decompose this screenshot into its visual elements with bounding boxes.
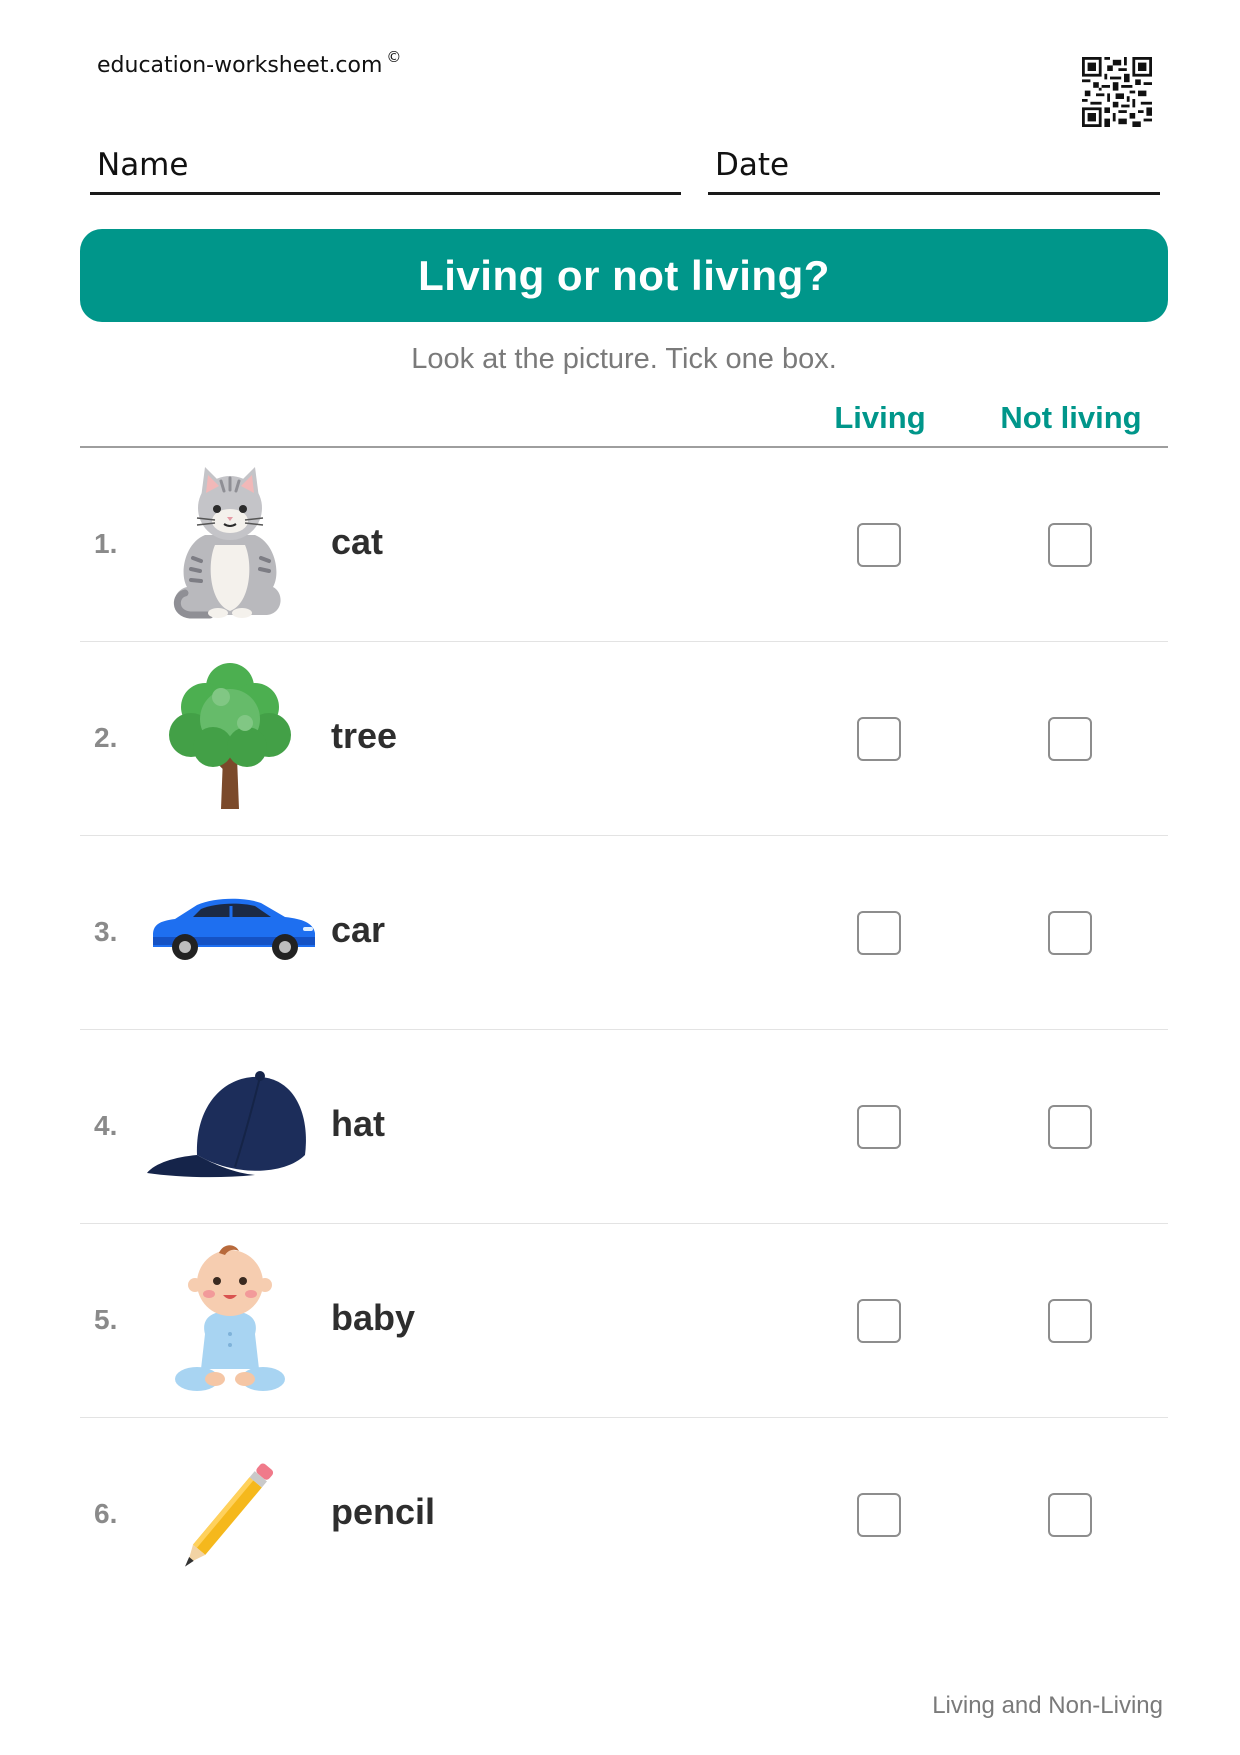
item-number: 6.	[94, 1498, 118, 1529]
not-living-checkbox[interactable]	[1048, 1493, 1092, 1537]
item-word: tree	[331, 715, 398, 756]
column-header-living: Living	[834, 400, 926, 435]
item-word: car	[331, 909, 386, 950]
item-word: hat	[331, 1103, 385, 1144]
column-header-not-living: Not living	[1000, 400, 1142, 435]
worksheet-row-car: 3. car	[80, 836, 1168, 1030]
site-url: education-worksheet.com	[97, 53, 383, 78]
worksheet-row-cat: 1. cat	[80, 448, 1168, 642]
not-living-checkbox[interactable]	[1048, 1299, 1092, 1343]
living-checkbox[interactable]	[857, 1105, 901, 1149]
item-word: baby	[331, 1297, 416, 1338]
worksheet-row-tree: 2. tree	[80, 642, 1168, 836]
worksheet-row-pencil: 6. pencil	[80, 1418, 1168, 1612]
item-word: pencil	[331, 1491, 436, 1532]
item-number: 1.	[94, 528, 118, 559]
living-checkbox[interactable]	[857, 1299, 901, 1343]
title-banner: Living or not living?	[80, 229, 1168, 322]
living-checkbox[interactable]	[857, 911, 901, 955]
baby-icon	[135, 1239, 325, 1399]
footer-topic: Living and Non-Living	[932, 1692, 1163, 1719]
not-living-checkbox[interactable]	[1048, 523, 1092, 567]
qr-code-icon	[1082, 57, 1152, 127]
pencil-icon	[135, 1433, 325, 1593]
living-checkbox[interactable]	[857, 1493, 901, 1537]
cat-icon	[135, 463, 325, 623]
not-living-checkbox[interactable]	[1048, 1105, 1092, 1149]
not-living-checkbox[interactable]	[1048, 717, 1092, 761]
item-number: 3.	[94, 916, 118, 947]
item-number: 5.	[94, 1304, 118, 1335]
name-field[interactable]: Name	[90, 130, 681, 195]
living-checkbox[interactable]	[857, 523, 901, 567]
name-label: Name	[97, 147, 189, 183]
worksheet-row-baby: 5. baby	[80, 1224, 1168, 1418]
item-word: cat	[331, 521, 384, 562]
instruction-text: Look at the picture. Tick one box.	[411, 343, 837, 375]
living-checkbox[interactable]	[857, 717, 901, 761]
date-label: Date	[715, 147, 790, 183]
site-name: education-worksheet.com ©	[97, 48, 401, 78]
not-living-checkbox[interactable]	[1048, 911, 1092, 955]
worksheet-title: Living or not living?	[418, 251, 830, 299]
worksheet-row-hat: 4. hat	[80, 1030, 1168, 1224]
tree-icon	[135, 657, 325, 817]
item-number: 2.	[94, 722, 118, 753]
date-field[interactable]: Date	[708, 130, 1160, 195]
item-number: 4.	[94, 1110, 118, 1141]
cap-hat-icon	[135, 1045, 325, 1205]
car-icon	[135, 851, 325, 1011]
copyright-mark: ©	[386, 48, 402, 66]
